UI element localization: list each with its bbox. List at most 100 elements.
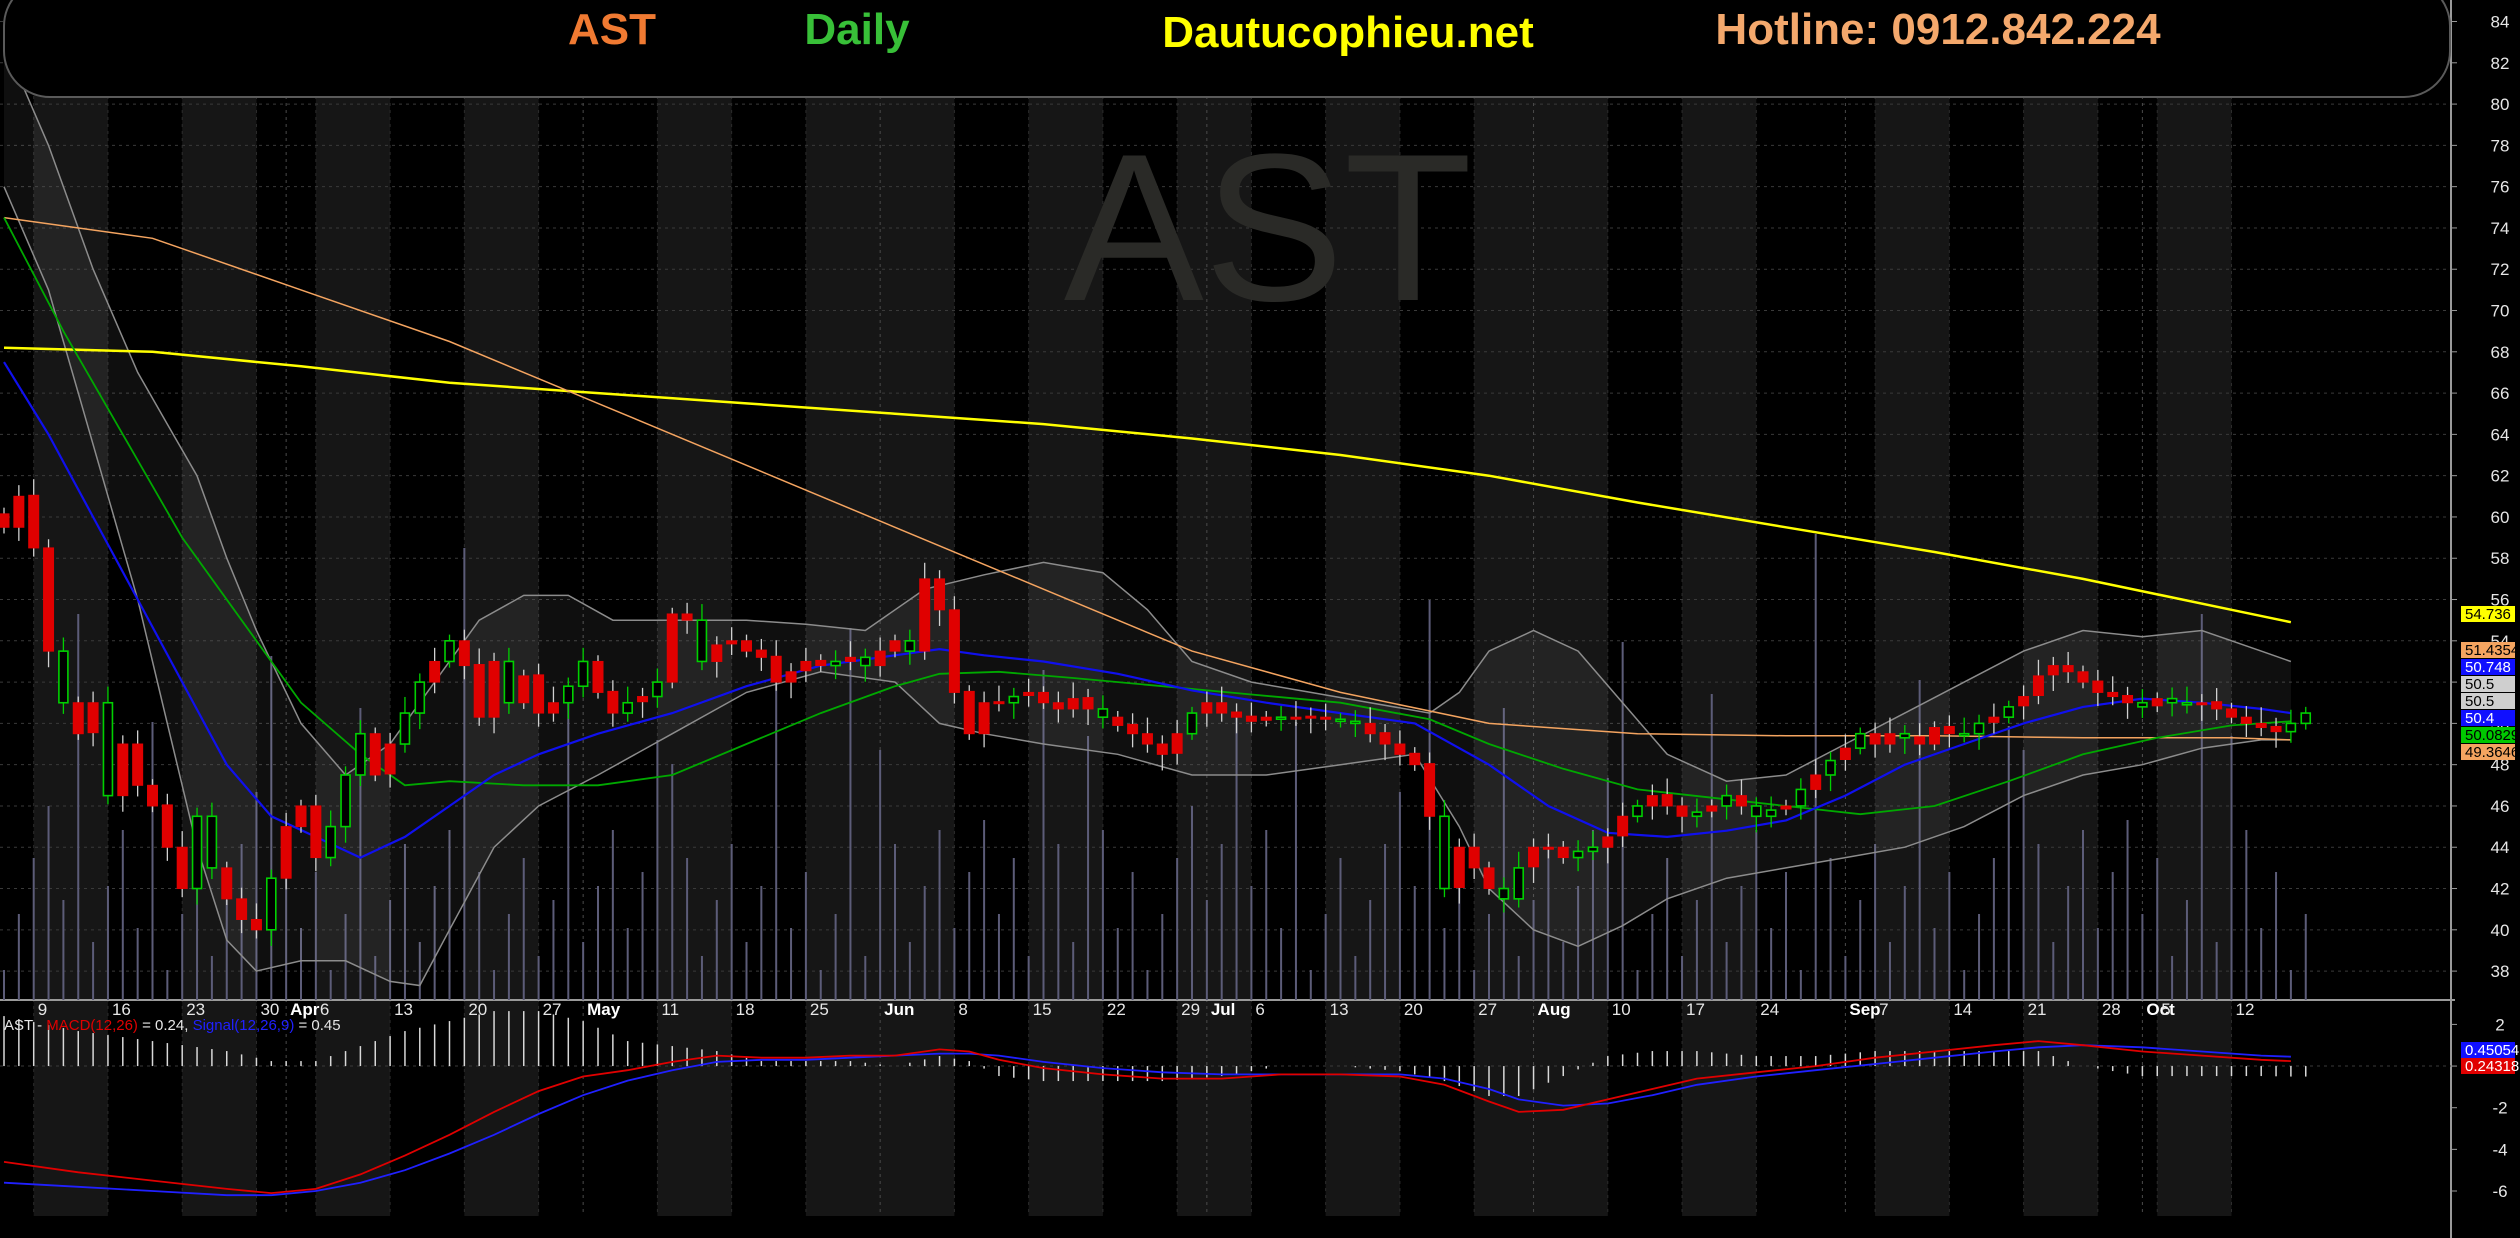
candle-body xyxy=(1691,811,1703,818)
candle-body xyxy=(1914,736,1926,745)
macd-tick-label: -2 xyxy=(2492,1099,2507,1118)
price-tick-label: 62 xyxy=(2491,467,2510,486)
candle-body xyxy=(934,578,946,611)
candle-body xyxy=(1038,691,1049,704)
date-label: 29 xyxy=(1181,1000,1200,1019)
signal-legend-label: Signal(12,26,9) xyxy=(193,1017,295,1034)
candle-body xyxy=(1067,698,1079,710)
date-label: 5 xyxy=(2161,1000,2170,1019)
candle-body xyxy=(2181,701,2193,706)
candle-body xyxy=(2032,675,2044,697)
candle-body xyxy=(904,640,916,652)
candle-body xyxy=(369,733,381,776)
candle-body xyxy=(1646,795,1658,807)
candle-body xyxy=(577,660,589,688)
price-tick-label: 80 xyxy=(2491,95,2510,114)
candle-body xyxy=(889,640,901,652)
candle-body xyxy=(206,815,218,869)
price-tick-label: 38 xyxy=(2491,962,2510,981)
candle-body xyxy=(444,640,455,663)
candle-body xyxy=(43,547,55,652)
candle-body xyxy=(2196,702,2208,706)
candle-body xyxy=(221,867,233,900)
candle-body xyxy=(1854,732,1866,749)
price-tick-label: 84 xyxy=(2491,13,2510,32)
candle-body xyxy=(1617,815,1629,837)
header-period: Daily xyxy=(804,5,910,54)
date-label: 12 xyxy=(2236,1000,2255,1019)
candle-body xyxy=(1735,795,1747,807)
date-label: 7 xyxy=(1879,1000,1888,1019)
candle-body xyxy=(1557,846,1569,859)
date-label: 8 xyxy=(958,1000,967,1019)
price-tag-label: 50.0829 xyxy=(2465,727,2519,744)
candle-body xyxy=(414,681,426,714)
candle-body xyxy=(1350,720,1361,725)
candle-body xyxy=(2003,706,2015,718)
candle-body xyxy=(473,664,485,718)
price-tag-label: 49.3646 xyxy=(2465,744,2519,761)
date-label: 6 xyxy=(1255,1000,1264,1019)
date-label: 21 xyxy=(2028,1000,2047,1019)
candle-body xyxy=(429,660,441,683)
price-tag-label: 50.748 xyxy=(2465,659,2511,676)
candle-body xyxy=(1112,716,1124,726)
date-label: 18 xyxy=(736,1000,755,1019)
signal-legend-value: = 0.45 xyxy=(298,1017,340,1034)
candle-body xyxy=(1290,716,1302,720)
candle-body xyxy=(355,732,366,776)
candle-body xyxy=(1305,715,1317,719)
candle-body xyxy=(2270,725,2282,733)
candle-body xyxy=(652,681,663,698)
macd-tick-label: 2 xyxy=(2495,1015,2504,1034)
candle-body xyxy=(2151,698,2163,707)
price-tick-label: 76 xyxy=(2491,178,2510,197)
candle-body xyxy=(2062,665,2074,673)
candle-body xyxy=(325,825,337,859)
candle-body xyxy=(399,712,411,745)
date-label: 15 xyxy=(1033,1000,1052,1019)
candle-body xyxy=(785,671,797,683)
candle-body xyxy=(1602,836,1614,848)
candle-body xyxy=(1483,867,1495,890)
candle-body xyxy=(384,743,396,775)
candle-body xyxy=(458,640,470,667)
candle-body xyxy=(518,675,530,704)
price-tick-label: 58 xyxy=(2491,549,2510,568)
date-label: 28 xyxy=(2102,1000,2121,1019)
date-label: 13 xyxy=(394,1000,413,1019)
candle-body xyxy=(1379,732,1391,745)
macd-tick-label: -6 xyxy=(2492,1182,2507,1201)
price-tick-label: 82 xyxy=(2491,54,2510,73)
date-label: 27 xyxy=(1478,1000,1497,1019)
candle-body xyxy=(830,660,841,667)
candle-body xyxy=(1216,702,1228,714)
candle-body xyxy=(191,815,203,890)
candle-body xyxy=(488,660,500,718)
candle-body xyxy=(2092,680,2104,693)
candle-body xyxy=(1245,715,1257,722)
candle-body xyxy=(2211,701,2223,710)
candle-body xyxy=(72,702,84,735)
candle-body xyxy=(1751,805,1762,818)
date-label: Aug xyxy=(1538,1000,1571,1019)
candle-body xyxy=(607,690,619,714)
macd-tag-label: 0.24318 xyxy=(2465,1058,2519,1075)
header-symbol: AST xyxy=(568,5,656,54)
candle-body xyxy=(265,877,277,931)
candle-body xyxy=(963,690,975,735)
date-label: 17 xyxy=(1686,1000,1705,1019)
candle-body xyxy=(592,660,604,693)
candle-body xyxy=(993,701,1005,705)
date-label: Sep xyxy=(1849,1000,1880,1019)
macd-legend-value: = 0.24, xyxy=(142,1017,192,1034)
candle-body xyxy=(1127,723,1139,735)
header-hotline: Hotline: 0912.842.224 xyxy=(1715,5,2161,54)
date-label: 22 xyxy=(1107,1000,1126,1019)
candle-body xyxy=(340,774,351,828)
candle-body xyxy=(280,826,292,879)
price-tag-label: 54.736 xyxy=(2465,606,2511,623)
candle-body xyxy=(295,805,307,828)
candle-body xyxy=(1023,691,1035,697)
candle-body xyxy=(1052,702,1064,710)
